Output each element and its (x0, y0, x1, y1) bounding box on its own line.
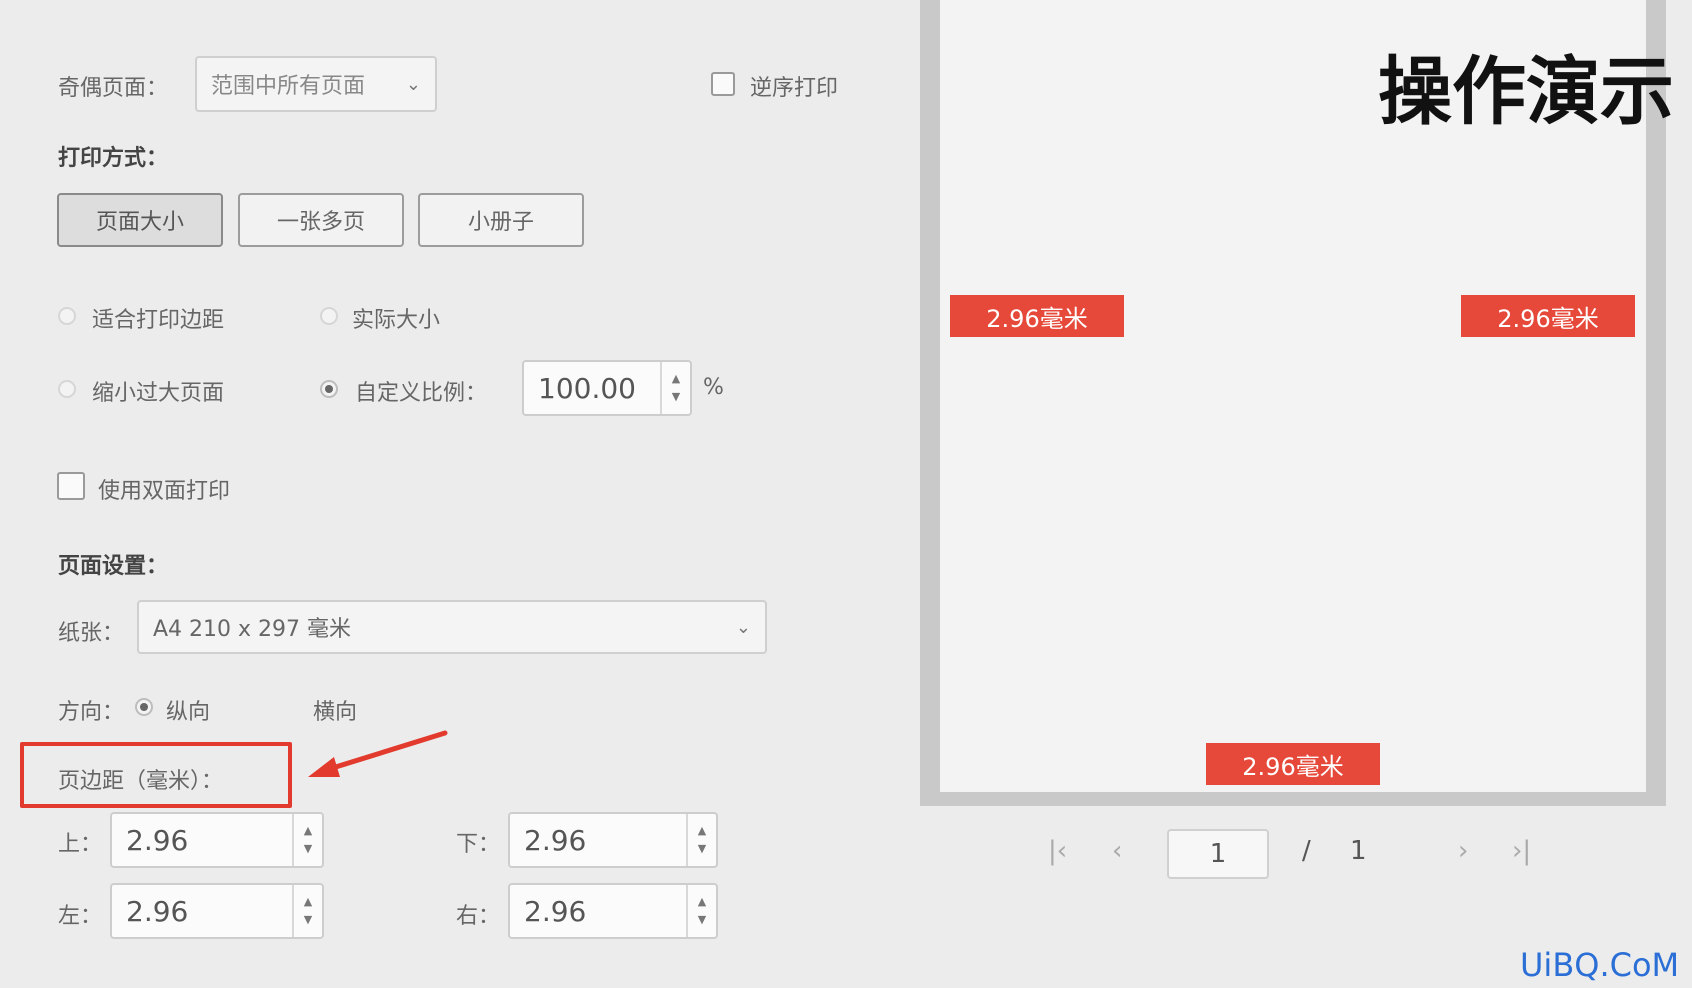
first-page-icon[interactable]: |‹ (1048, 836, 1067, 866)
margin-right-stepper[interactable]: 2.96 ▲ ▼ (508, 883, 718, 939)
down-arrow-icon[interactable]: ▼ (304, 911, 312, 929)
ratio-stepper[interactable]: 100.00 ▲ ▼ (522, 360, 692, 416)
stepper-arrows[interactable]: ▲ ▼ (660, 362, 690, 414)
down-arrow-icon[interactable]: ▼ (698, 840, 706, 858)
portrait-label: 纵向 (166, 700, 211, 725)
custom-ratio-label: 自定义比例： (355, 381, 488, 406)
prev-page-icon[interactable]: ‹ (1112, 836, 1122, 866)
preview-heading: 操作演示 (1378, 49, 1674, 135)
actual-size-radio[interactable] (320, 307, 338, 325)
margin-top-label: 上： (58, 832, 103, 857)
up-arrow-icon[interactable]: ▲ (304, 822, 312, 840)
page-size-button[interactable]: 页面大小 (57, 193, 223, 247)
up-arrow-icon[interactable]: ▲ (698, 893, 706, 911)
reverse-print-label: 逆序打印 (750, 76, 839, 101)
margin-tag-left: 2.96毫米 (950, 295, 1124, 337)
margin-top-stepper[interactable]: 2.96 ▲ ▼ (110, 812, 324, 868)
page-number-input[interactable]: 1 (1167, 829, 1269, 879)
margin-bottom-label: 下： (456, 832, 501, 857)
duplex-checkbox[interactable] (57, 472, 85, 500)
margin-bottom-stepper[interactable]: 2.96 ▲ ▼ (508, 812, 718, 868)
watermark: UiBQ.CoM (1520, 946, 1680, 984)
margin-top-value: 2.96 (126, 823, 189, 857)
chevron-down-icon: ⌄ (405, 73, 421, 95)
margin-tag-bottom: 2.96毫米 (1206, 743, 1380, 785)
ratio-value: 100.00 (538, 371, 636, 405)
custom-ratio-radio[interactable] (320, 380, 338, 398)
last-page-icon[interactable]: ›| (1512, 836, 1531, 866)
down-arrow-icon[interactable]: ▼ (304, 840, 312, 858)
print-mode-label: 打印方式： (58, 146, 169, 171)
orientation-label: 方向： (58, 700, 125, 725)
landscape-label[interactable]: 横向 (313, 694, 357, 726)
chevron-down-icon: ⌄ (735, 616, 751, 638)
stepper-arrows[interactable]: ▲ ▼ (686, 814, 716, 866)
page-separator: / (1302, 836, 1311, 866)
multiple-pages-button[interactable]: 一张多页 (238, 193, 404, 247)
fit-margins-label: 适合打印边距 (92, 308, 225, 333)
margin-left-label: 左： (58, 904, 103, 929)
odd-even-select[interactable]: 范围中所有页面 ⌄ (195, 56, 437, 112)
reverse-print-checkbox[interactable] (711, 72, 735, 96)
margin-left-stepper[interactable]: 2.96 ▲ ▼ (110, 883, 324, 939)
ratio-unit: % (703, 375, 724, 400)
up-arrow-icon[interactable]: ▲ (304, 893, 312, 911)
shrink-large-label: 缩小过大页面 (92, 381, 225, 406)
paper-select[interactable]: A4 210 x 297 毫米 ⌄ (137, 600, 767, 654)
margin-bottom-value: 2.96 (524, 823, 587, 857)
odd-even-value: 范围中所有页面 (211, 74, 366, 99)
duplex-label: 使用双面打印 (98, 479, 231, 504)
margin-tag-right: 2.96毫米 (1461, 295, 1635, 337)
shrink-large-radio[interactable] (58, 380, 76, 398)
stepper-arrows[interactable]: ▲ ▼ (292, 885, 322, 937)
margins-label: 页边距（毫米）： (58, 769, 224, 794)
up-arrow-icon[interactable]: ▲ (698, 822, 706, 840)
margin-right-label: 右： (456, 904, 501, 929)
annotation-arrow-icon (308, 730, 448, 777)
portrait-radio[interactable] (135, 698, 153, 716)
stepper-arrows[interactable]: ▲ ▼ (292, 814, 322, 866)
odd-even-label: 奇偶页面： (58, 76, 169, 101)
up-arrow-icon[interactable]: ▲ (672, 370, 680, 388)
stepper-arrows[interactable]: ▲ ▼ (686, 885, 716, 937)
paper-value: A4 210 x 297 毫米 (153, 617, 352, 642)
margin-left-value: 2.96 (126, 894, 189, 928)
margin-right-value: 2.96 (524, 894, 587, 928)
paper-label: 纸张： (58, 621, 125, 646)
page-total: 1 (1350, 836, 1367, 866)
down-arrow-icon[interactable]: ▼ (698, 911, 706, 929)
next-page-icon[interactable]: › (1458, 836, 1468, 866)
down-arrow-icon[interactable]: ▼ (672, 388, 680, 406)
booklet-button[interactable]: 小册子 (418, 193, 584, 247)
fit-margins-radio[interactable] (58, 307, 76, 325)
page-setup-label: 页面设置： (58, 554, 169, 579)
actual-size-label: 实际大小 (352, 308, 441, 333)
